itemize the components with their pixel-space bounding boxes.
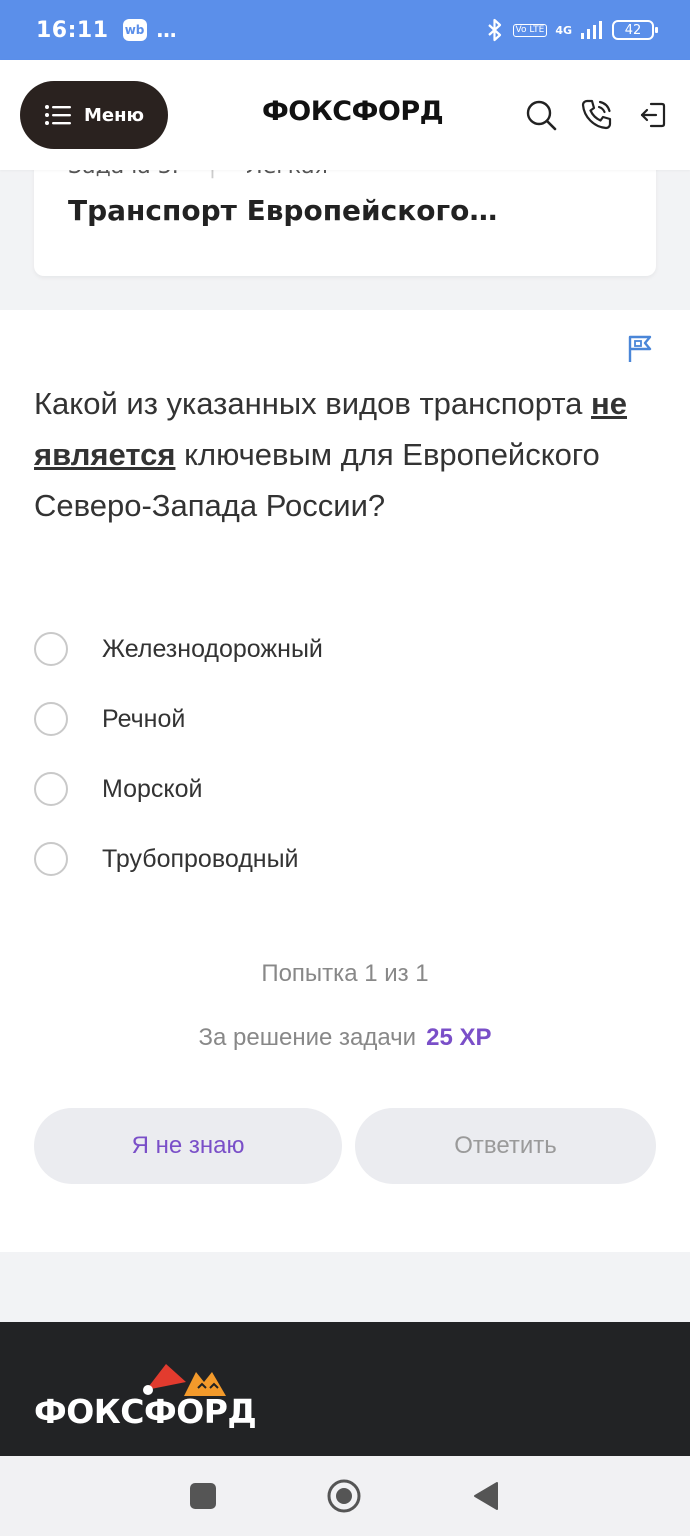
reward-info: За решение задачи 25 XP bbox=[0, 1024, 690, 1052]
volte-indicator: Vo LTE bbox=[512, 23, 548, 37]
radio-button[interactable] bbox=[34, 772, 68, 806]
question-text: Какой из указанных видов транспорта не я… bbox=[34, 378, 660, 531]
network-type: 4G bbox=[555, 23, 572, 37]
task-card-area: Задача 3. | Легкая Транспорт Европейског… bbox=[0, 150, 690, 310]
more-notifications-icon: … bbox=[156, 18, 177, 42]
status-time: 16:11 bbox=[36, 17, 109, 43]
footer-logo[interactable]: ФОКСФОРД bbox=[34, 1392, 257, 1431]
question-panel: Какой из указанных видов транспорта не я… bbox=[0, 310, 690, 1252]
report-button[interactable] bbox=[626, 334, 656, 368]
reward-xp: 25 XP bbox=[426, 1024, 492, 1051]
question-part-1: Какой из указанных видов транспорта bbox=[34, 386, 592, 421]
answer-label: Речной bbox=[102, 704, 186, 733]
bluetooth-icon bbox=[487, 18, 501, 42]
task-title: Транспорт Европейского… bbox=[68, 194, 498, 227]
back-button[interactable] bbox=[472, 1481, 500, 1511]
wb-app-icon: wb bbox=[122, 19, 147, 41]
reward-label: За решение задачи bbox=[198, 1024, 417, 1051]
dont-know-button[interactable]: Я не знаю bbox=[34, 1108, 342, 1184]
status-indicators: Vo LTE 4G 42 bbox=[485, 18, 658, 42]
logout-button[interactable] bbox=[636, 98, 670, 132]
answer-option-4[interactable]: Трубопроводный bbox=[34, 824, 323, 894]
list-menu-icon bbox=[44, 105, 71, 125]
answer-option-1[interactable]: Железнодорожный bbox=[34, 614, 323, 684]
status-bar: 16:11 wb … Vo LTE 4G 42 bbox=[0, 0, 690, 60]
footer: ФОКСФОРД bbox=[0, 1322, 690, 1456]
search-icon bbox=[526, 100, 557, 131]
menu-button[interactable]: Меню bbox=[20, 81, 168, 149]
signal-icon bbox=[581, 21, 602, 39]
answer-label: Морской bbox=[102, 774, 203, 803]
menu-label: Меню bbox=[83, 104, 145, 126]
battery-indicator: 42 bbox=[612, 20, 658, 40]
radio-button[interactable] bbox=[34, 842, 68, 876]
foxford-logo[interactable]: ФОКСФОРД bbox=[262, 96, 444, 127]
top-header: Меню ФОКСФОРД bbox=[0, 60, 690, 170]
submit-answer-button[interactable]: Ответить bbox=[355, 1108, 656, 1184]
answer-option-2[interactable]: Речной bbox=[34, 684, 323, 754]
home-button[interactable] bbox=[326, 1478, 362, 1514]
answer-option-3[interactable]: Морской bbox=[34, 754, 323, 824]
radio-button[interactable] bbox=[34, 702, 68, 736]
answer-label: Трубопроводный bbox=[102, 844, 299, 873]
system-navigation-bar bbox=[0, 1456, 690, 1536]
attempts-counter: Попытка 1 из 1 bbox=[261, 960, 429, 987]
answer-label: Железнодорожный bbox=[102, 634, 323, 663]
radio-button[interactable] bbox=[34, 632, 68, 666]
flag-icon bbox=[628, 335, 652, 362]
answer-options: Железнодорожный Речной Морской Трубопров… bbox=[34, 614, 323, 894]
recents-button[interactable] bbox=[190, 1483, 216, 1509]
search-button[interactable] bbox=[524, 98, 558, 132]
phone-call-icon bbox=[581, 99, 612, 130]
header-actions bbox=[524, 98, 670, 132]
sign-out-icon bbox=[640, 102, 666, 128]
call-button[interactable] bbox=[580, 98, 614, 132]
